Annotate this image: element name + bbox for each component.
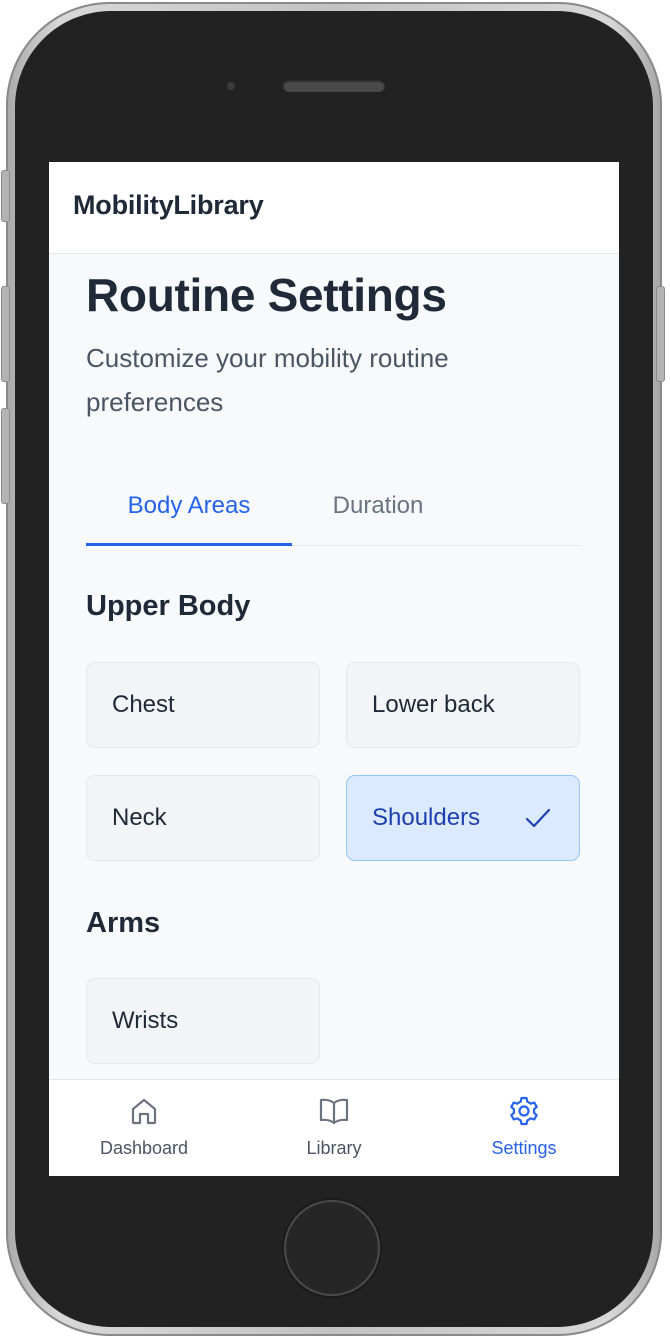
page-subtitle: Customize your mobility routine preferen…: [86, 343, 449, 417]
option-label: Neck: [112, 804, 167, 831]
gear-icon: [510, 1096, 538, 1126]
section-heading-upper-body: Upper Body: [86, 590, 251, 622]
option-label: Shoulders: [372, 804, 481, 831]
nav-label: Library: [306, 1138, 362, 1158]
bottom-navigation: Dashboard Library Settings: [49, 1079, 619, 1176]
power-button: [656, 286, 665, 382]
nav-label: Dashboard: [99, 1138, 189, 1158]
book-open-icon: [319, 1098, 349, 1125]
option-label: Lower back: [372, 691, 495, 718]
section-heading-arms: Arms: [86, 907, 161, 939]
check-icon: [525, 808, 551, 828]
volume-down-button: [1, 408, 10, 504]
body-area-neck[interactable]: Neck: [86, 775, 320, 861]
body-area-wrists[interactable]: Wrists: [86, 978, 320, 1064]
page-title: Routine Settings: [86, 269, 447, 321]
settings-tabs: Body Areas Duration: [86, 468, 582, 546]
body-area-lower-back[interactable]: Lower back: [346, 662, 580, 748]
tab-duration[interactable]: Duration: [292, 468, 464, 544]
option-label: Wrists: [112, 1007, 179, 1034]
body-area-chest[interactable]: Chest: [86, 662, 320, 748]
nav-label: Settings: [491, 1138, 557, 1158]
front-camera: [227, 82, 235, 90]
tab-body-areas[interactable]: Body Areas: [86, 468, 292, 546]
earpiece-speaker: [283, 80, 385, 92]
volume-up-button: [1, 286, 10, 382]
option-label: Chest: [112, 691, 175, 718]
nav-item-settings[interactable]: Settings: [429, 1080, 619, 1176]
nav-item-library[interactable]: Library: [239, 1080, 429, 1176]
mute-switch: [1, 170, 10, 222]
home-icon: [131, 1098, 157, 1125]
home-button[interactable]: [284, 1200, 380, 1296]
app-title: MobilityLibrary: [73, 190, 264, 220]
app-screen: MobilityLibrary Routine Settings Customi…: [49, 162, 619, 1176]
body-area-shoulders[interactable]: Shoulders: [346, 775, 580, 861]
app-header: MobilityLibrary: [49, 162, 619, 254]
nav-item-dashboard[interactable]: Dashboard: [49, 1080, 239, 1176]
